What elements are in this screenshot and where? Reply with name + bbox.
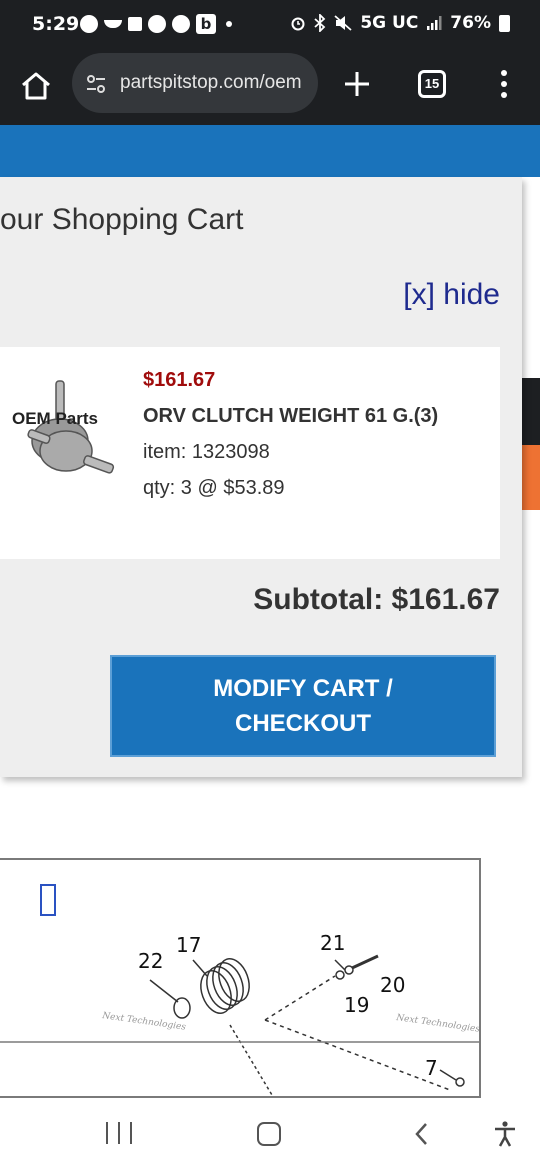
side-tab-accent[interactable] bbox=[520, 445, 540, 510]
amazon-icon bbox=[104, 20, 122, 28]
address-bar[interactable]: partspitstop.com/oem bbox=[72, 53, 318, 113]
facebook-icon bbox=[172, 15, 190, 33]
callout-21: 21 bbox=[320, 931, 345, 955]
item-number: item: 1323098 bbox=[143, 441, 270, 463]
modify-cart-checkout-button[interactable]: MODIFY CART / CHECKOUT bbox=[110, 655, 496, 757]
battery-percent: 76% bbox=[450, 13, 491, 33]
item-quantity: qty: 3 @ $53.89 bbox=[143, 477, 285, 499]
cart-subtotal: Subtotal: $161.67 bbox=[253, 583, 500, 616]
callout-7: 7 bbox=[425, 1056, 438, 1080]
watermark-left: Next Technologies bbox=[101, 1011, 187, 1033]
callout-19: 19 bbox=[344, 993, 369, 1017]
more-menu-icon[interactable] bbox=[494, 67, 514, 101]
facebook-icon bbox=[148, 15, 166, 33]
callout-22: 22 bbox=[138, 949, 163, 973]
side-tab[interactable] bbox=[520, 378, 540, 445]
tab-switcher-button[interactable]: 15 bbox=[418, 70, 446, 98]
hide-cart-link[interactable]: [x] hide bbox=[403, 278, 500, 312]
recent-apps-icon[interactable] bbox=[106, 1122, 132, 1144]
status-bar: 5:29 b 5G UC 76% bbox=[0, 0, 540, 52]
alarm-icon bbox=[291, 17, 305, 31]
mute-icon bbox=[334, 15, 352, 31]
item-price: $161.67 bbox=[143, 369, 216, 391]
signal-icon bbox=[427, 16, 442, 30]
home-icon[interactable] bbox=[14, 64, 58, 108]
callout-20: 20 bbox=[380, 973, 405, 997]
network-type: 5G UC bbox=[360, 13, 419, 33]
system-nav-bar bbox=[0, 1098, 540, 1170]
watermark-right: Next Technologies bbox=[395, 1013, 481, 1035]
thumbnail-label: OEM Parts bbox=[12, 409, 98, 428]
item-thumbnail[interactable]: OEM Parts bbox=[10, 377, 120, 493]
accessibility-icon[interactable] bbox=[492, 1120, 518, 1148]
system-status: 5G UC 76% bbox=[290, 13, 510, 33]
cart-title: our Shopping Cart bbox=[0, 203, 244, 236]
shopping-cart-panel: our Shopping Cart [x] hide OEM Parts $16… bbox=[0, 177, 522, 777]
parts-diagram: 17 21 22 20 19 7 Next Technologies Next … bbox=[0, 858, 481, 1098]
status-time: 5:29 bbox=[32, 13, 80, 35]
browser-page: 5:29 b 5G UC 76% partspitstop.com/oem 15… bbox=[0, 0, 540, 1170]
url-text: partspitstop.com/oem bbox=[120, 72, 302, 93]
messenger-icon bbox=[80, 15, 98, 33]
item-name[interactable]: ORV CLUTCH WEIGHT 61 G.(3) bbox=[143, 405, 438, 428]
browser-toolbar: partspitstop.com/oem 15 bbox=[0, 52, 540, 125]
b-app-icon: b bbox=[196, 14, 216, 34]
site-settings-icon[interactable] bbox=[84, 72, 108, 96]
diagram-drawing: 17 21 22 20 19 7 Next Technologies Next … bbox=[0, 931, 481, 1096]
battery-icon bbox=[499, 14, 510, 32]
notification-icons: b bbox=[80, 14, 232, 34]
more-notifications-icon bbox=[226, 21, 232, 27]
back-icon[interactable] bbox=[412, 1122, 432, 1146]
site-header bbox=[0, 125, 540, 177]
home-nav-icon[interactable] bbox=[257, 1122, 281, 1146]
bluetooth-icon bbox=[314, 14, 326, 32]
callout-17: 17 bbox=[176, 933, 201, 957]
crankshaft-image bbox=[27, 380, 115, 474]
tab-count: 15 bbox=[424, 76, 440, 91]
new-tab-icon[interactable] bbox=[340, 64, 374, 104]
cart-item: OEM Parts $161.67 ORV CLUTCH WEIGHT 61 G… bbox=[0, 347, 500, 559]
slack-icon bbox=[128, 17, 142, 31]
